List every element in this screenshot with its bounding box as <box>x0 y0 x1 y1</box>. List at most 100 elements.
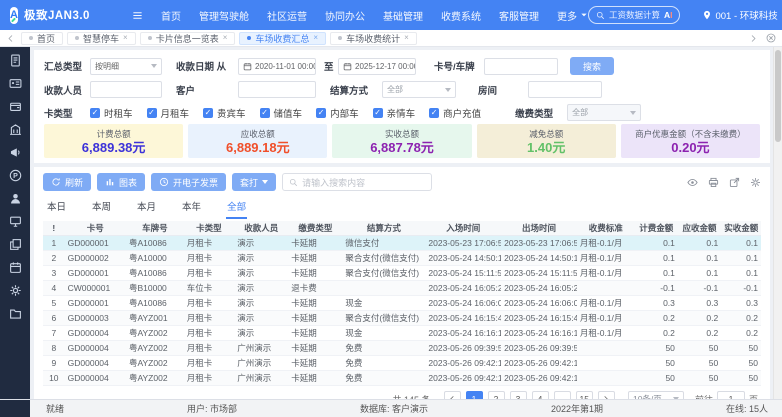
table-row[interactable]: 9GD000004粤AYZ002月租卡广州演示卡延期免费2023-05-26 0… <box>43 355 761 370</box>
sidebar-icon-document-icon[interactable] <box>9 54 22 67</box>
tab-2[interactable]: 智慧停车× <box>67 32 136 45</box>
column-header-12[interactable]: 应收金额 <box>678 221 721 235</box>
table-row[interactable]: 10GD000004粤AYZ002月租卡广州演示卡延期免费2023-05-26 … <box>43 370 761 385</box>
printer-icon[interactable] <box>708 177 719 188</box>
card-type-checkbox-7[interactable]: ✓商户充值 <box>429 106 481 120</box>
sidebar-icon-folder-flag-icon[interactable] <box>9 307 22 320</box>
range-tab-3[interactable]: 本月 <box>136 197 157 219</box>
tabs-scroll-right-icon[interactable] <box>749 34 758 43</box>
tab-close-icon[interactable]: × <box>223 34 228 42</box>
export-icon[interactable] <box>729 177 740 188</box>
customer-input[interactable] <box>238 81 316 98</box>
date-to-input[interactable]: 2025-12-17 00:00:00 <box>338 58 416 75</box>
range-tab-1[interactable]: 本日 <box>46 197 67 219</box>
sidebar-icon-monitor-icon[interactable] <box>9 215 22 228</box>
table-row[interactable]: 4CW000001粤B10000车位卡演示退卡费2023-05-24 16:05… <box>43 280 761 295</box>
card-type-checkbox-1[interactable]: ✓时租车 <box>90 106 133 120</box>
pagination-page-2[interactable]: 2 <box>488 391 505 400</box>
table-row[interactable]: 8GD000004粤AYZ002月租卡广州演示卡延期免费2023-05-26 0… <box>43 340 761 355</box>
sidebar-icon-user-icon[interactable] <box>9 192 22 205</box>
card-type-checkbox-5[interactable]: ✓内部车 <box>316 106 359 120</box>
card-plate-input[interactable] <box>484 58 558 75</box>
pagination-page-3[interactable]: 3 <box>510 391 527 400</box>
table-row[interactable]: 6GD000003粤AYZ001月租卡演示卡延期聚合支付(微信支付)2023-0… <box>43 310 761 325</box>
tab-1[interactable]: 首页 <box>21 32 63 45</box>
tabs-scroll-left-icon[interactable] <box>6 34 15 43</box>
column-header-4[interactable]: 卡类型 <box>184 221 235 235</box>
tab-close-icon[interactable]: × <box>123 34 128 42</box>
project-selector[interactable]: 001 - 环球科技 <box>702 8 777 22</box>
column-header-3[interactable]: 车牌号 <box>126 221 184 235</box>
card-type-checkbox-6[interactable]: ✓亲情车 <box>373 106 416 120</box>
nav-item-more[interactable]: 更多 <box>557 8 588 23</box>
gear-icon[interactable] <box>750 177 761 188</box>
summary-type-select[interactable]: 按明细 <box>90 58 162 75</box>
table-row[interactable]: 7GD000004粤AYZ002月租卡演示卡延期现金2023-05-24 16:… <box>43 325 761 340</box>
column-header-7[interactable]: 结算方式 <box>342 221 425 235</box>
nav-item-7[interactable]: 客服管理 <box>499 8 539 23</box>
tab-3[interactable]: 卡片信息一览表× <box>140 32 236 45</box>
column-header-9[interactable]: 出场时间 <box>501 221 577 235</box>
card-type-checkbox-3[interactable]: ✓贵宾车 <box>203 106 246 120</box>
nav-item-6[interactable]: 收费系统 <box>441 8 481 23</box>
nav-item-1[interactable]: 首页 <box>161 8 181 23</box>
card-type-checkbox-2[interactable]: ✓月租车 <box>147 106 190 120</box>
sidebar-icon-gear-icon[interactable] <box>9 284 22 297</box>
nav-menu-icon[interactable] <box>132 10 143 21</box>
column-header-13[interactable]: 实收金额 <box>721 221 761 235</box>
toolbar-button-3[interactable]: 开电子发票 <box>151 173 226 191</box>
pagination-next-icon[interactable] <box>598 391 615 400</box>
close-all-tabs-icon[interactable] <box>766 33 776 43</box>
sidebar-icon-parking-icon[interactable]: P <box>9 169 22 182</box>
tab-close-icon[interactable]: × <box>404 34 409 42</box>
date-from-input[interactable]: 2020-11-01 00:00:00 <box>238 58 316 75</box>
toolbar-button-1[interactable]: 刷新 <box>43 173 91 191</box>
sidebar-icon-megaphone-icon[interactable] <box>9 146 22 159</box>
column-header-10[interactable]: 收费标准 <box>577 221 635 235</box>
card-type-checkbox-4[interactable]: ✓储值车 <box>260 106 303 120</box>
scrollbar-thumb[interactable] <box>775 50 781 142</box>
sidebar-icon-id-card-icon[interactable] <box>9 77 22 90</box>
settlement-select[interactable]: 全部 <box>382 81 456 98</box>
global-search[interactable]: 工资数据计算 AI <box>588 6 681 24</box>
table-search-input[interactable]: 请输入搜索内容 <box>282 173 432 191</box>
sidebar-icon-calendar-icon[interactable] <box>9 261 22 274</box>
table-row[interactable]: 5GD000001粤A10086月租卡演示卡延期现金2023-05-24 16:… <box>43 295 761 310</box>
nav-item-4[interactable]: 协同办公 <box>325 8 365 23</box>
column-header-2[interactable]: 卡号 <box>65 221 126 235</box>
sidebar-icon-copy-icon[interactable] <box>9 238 22 251</box>
room-input[interactable] <box>528 81 602 98</box>
sidebar-icon-building-icon[interactable] <box>9 123 22 136</box>
nav-item-2[interactable]: 管理驾驶舱 <box>199 8 249 23</box>
range-tab-5[interactable]: 全部 <box>226 197 247 219</box>
table-row[interactable]: 1GD000001粤A10086月租卡演示卡延期微信支付2023-05-23 1… <box>43 235 761 250</box>
pagination-page-15[interactable]: 15 <box>576 391 593 400</box>
page-size-select[interactable]: 10条/页 <box>628 391 684 400</box>
pagination-prev-icon[interactable] <box>444 391 461 400</box>
payment-type-select[interactable]: 全部 <box>567 104 641 121</box>
pagination-page-1[interactable]: 1 <box>466 391 483 400</box>
column-header-6[interactable]: 缴费类型 <box>288 221 342 235</box>
nav-item-5[interactable]: 基础管理 <box>383 8 423 23</box>
tab-4[interactable]: 车场收费汇总× <box>239 32 326 45</box>
column-header-11[interactable]: 计费金额 <box>635 221 678 235</box>
sidebar-icon-wallet-icon[interactable] <box>9 100 22 113</box>
tab-close-icon[interactable]: × <box>313 34 318 42</box>
range-tab-2[interactable]: 本周 <box>91 197 112 219</box>
column-header-5[interactable]: 收款人员 <box>234 221 288 235</box>
tab-5[interactable]: 车场收费统计× <box>330 32 417 45</box>
column-header-8[interactable]: 入场时间 <box>425 221 501 235</box>
global-search-value[interactable]: 工资数据计算 <box>609 9 660 21</box>
vertical-scrollbar[interactable] <box>773 47 782 399</box>
toolbar-button-2[interactable]: 图表 <box>97 173 145 191</box>
table-row[interactable]: 3GD000001粤A10086月租卡演示卡延期聚合支付(微信支付)2023-0… <box>43 265 761 280</box>
range-tab-4[interactable]: 本年 <box>181 197 202 219</box>
pagination-page-4[interactable]: 4 <box>532 391 549 400</box>
pagination-ellipsis[interactable]: ... <box>554 391 571 400</box>
table-row[interactable]: 2GD000002粤A10000月租卡演示卡延期聚合支付(微信支付)2023-0… <box>43 250 761 265</box>
toolbar-button-4[interactable]: 套打 <box>232 173 276 191</box>
nav-item-3[interactable]: 社区运营 <box>267 8 307 23</box>
eye-icon[interactable] <box>687 177 698 188</box>
goto-page-input[interactable] <box>717 391 745 400</box>
column-header-1[interactable]: ! <box>43 221 65 235</box>
